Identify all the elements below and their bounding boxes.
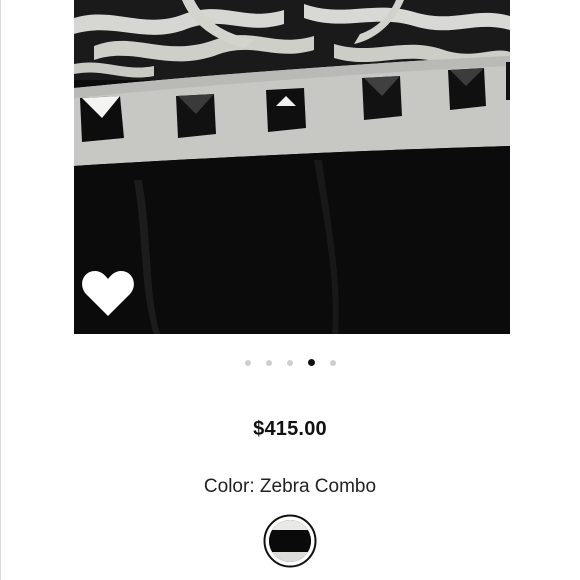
product-detail-page: $415.00 Color: Zebra Combo: [0, 0, 580, 580]
color-label: Color:: [203, 476, 260, 497]
heart-icon: [82, 271, 134, 316]
color-value: Zebra Combo: [259, 476, 377, 497]
color-selection-label: Color: Zebra Combo: [0, 476, 580, 498]
carousel-dot-2[interactable]: [265, 360, 272, 366]
product-price: $415.00: [253, 418, 327, 440]
carousel-dot-1[interactable]: [244, 360, 251, 366]
dress-photo: [74, 0, 510, 334]
image-carousel-indicators: [0, 358, 580, 368]
carousel-dot-5[interactable]: [329, 360, 336, 366]
favorite-button[interactable]: [80, 268, 136, 320]
color-swatch-zebra-combo[interactable]: [263, 514, 317, 568]
carousel-dot-3[interactable]: [286, 360, 293, 366]
carousel-dot-4-active[interactable]: [307, 359, 315, 366]
product-image[interactable]: [74, 0, 510, 334]
